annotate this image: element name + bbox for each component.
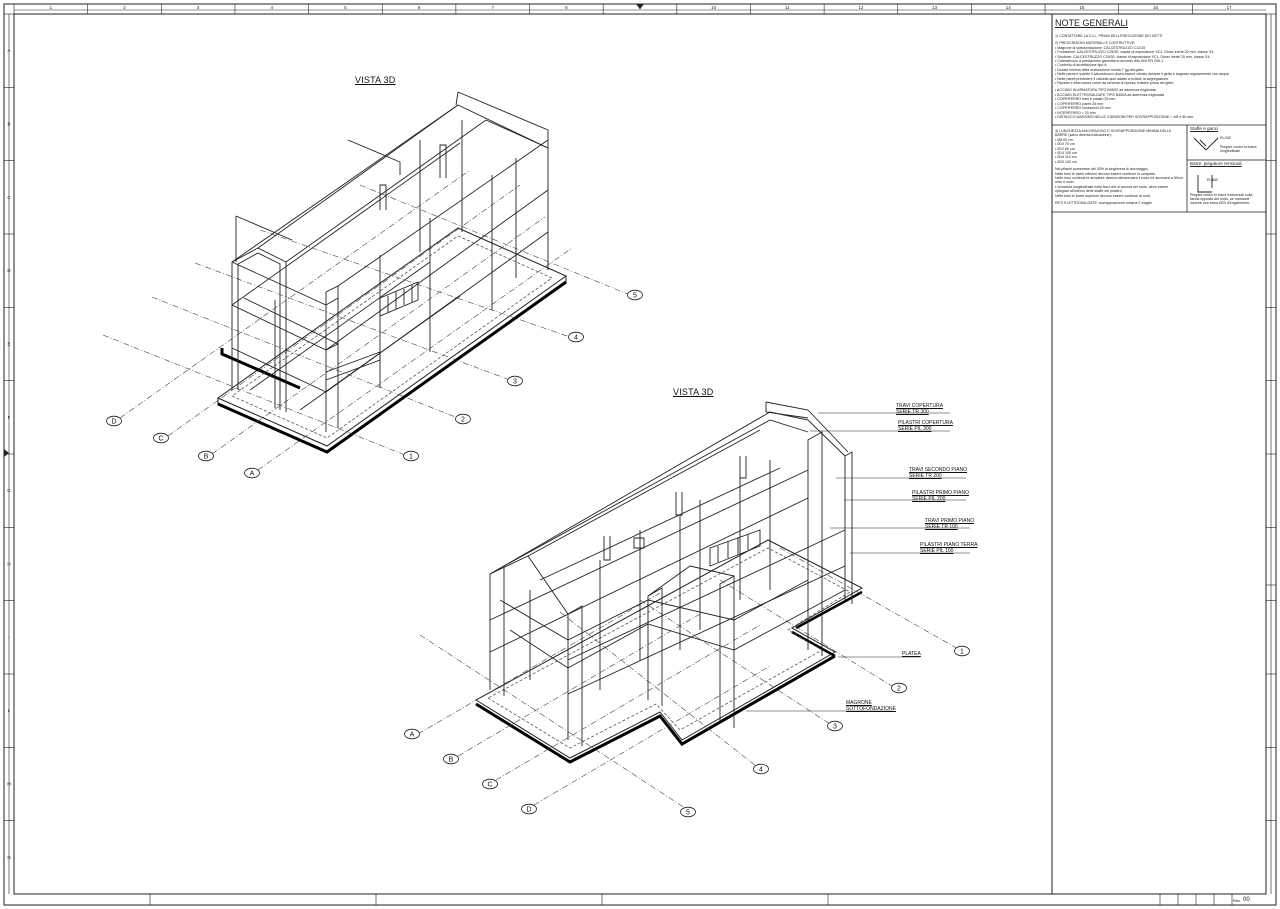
grid-col-10: 10 <box>711 5 717 10</box>
stirrup-box: Staffe e ganci R=2Ø Piegare contro la ba… <box>1190 126 1264 153</box>
grid-row-A: A <box>7 48 10 53</box>
isometric-view-1 <box>102 91 631 471</box>
view1-axis-number-3: 3 <box>507 375 523 387</box>
general-notes: NOTE GENERALI 1) CONTATTARE LA D.LL. PRI… <box>1055 18 1267 119</box>
view2-axis-number-3: 3 <box>827 720 843 732</box>
view-1-title: VISTA 3D <box>355 75 396 85</box>
view2-axis-letter-A: A <box>404 728 420 740</box>
grid-row-H: H <box>7 562 10 567</box>
grid-col-1: 1 <box>50 5 53 10</box>
view-2-title: VISTA 3D <box>673 387 714 397</box>
bend-box: Barre: piegature terminali R=6Ø Piegare … <box>1190 161 1264 205</box>
svg-text:A: A <box>410 731 415 738</box>
grid-col-16: 16 <box>1153 5 1159 10</box>
grid-row-L: L <box>8 708 11 713</box>
legend-travi-copertura: TRAVI COPERTURA SERIE TR 300 <box>896 403 944 415</box>
view1-axis-number-1: 1 <box>403 450 419 462</box>
svg-text:4: 4 <box>574 334 578 341</box>
grid-col-8: 8 <box>565 5 568 10</box>
grid-row-D: D <box>7 268 11 273</box>
grid-col-5: 5 <box>344 5 347 10</box>
drawing-sheet: 1234567891011121314151617 ABCDEFGHILMN <box>0 0 1280 909</box>
grid-col-14: 14 <box>1006 5 1012 10</box>
svg-text:5: 5 <box>633 292 637 299</box>
center-mark-left <box>4 449 9 457</box>
legend-travi-primo-piano: TRAVI PRIMO PIANO SERIE TR 100 <box>925 518 975 530</box>
lap-length-box: 3) LUNGHEZZA ANCORAGGIO E SOVRAPPOSIZION… <box>1055 129 1185 206</box>
grid-col-17: 17 <box>1227 5 1233 10</box>
view1-axis-letter-D: D <box>106 415 122 427</box>
rev-value: 00 <box>1243 897 1250 903</box>
grid-col-11: 11 <box>785 5 790 10</box>
view1-axis-number-2: 2 <box>455 413 471 425</box>
rev-label: Rev. <box>1233 898 1241 903</box>
center-mark-top <box>636 4 644 9</box>
grid-row-B: B <box>7 122 10 127</box>
view2-axis-number-5: 5 <box>680 806 696 818</box>
bend-note-3: inserire una barra Ø20 d'irrigidimento <box>1190 201 1250 205</box>
stirrup-note-2: longitudinale <box>1220 149 1241 153</box>
svg-text:A: A <box>250 470 255 477</box>
svg-text:B: B <box>449 756 454 763</box>
grid-col-2: 2 <box>123 5 126 10</box>
stirrup-title: Staffe e ganci <box>1190 126 1219 131</box>
view2-axis-letter-C: C <box>482 778 498 790</box>
legend-pilastri-piano-terra: PILASTRI PIANO TERRA SERIE PIL 100 <box>920 542 978 554</box>
notes-title: NOTE GENERALI <box>1055 18 1129 28</box>
svg-text:1: 1 <box>960 648 964 655</box>
view2-axis-number-1: 1 <box>954 645 970 657</box>
stirrup-sketch <box>1193 137 1219 151</box>
grid-row-F: F <box>8 415 11 420</box>
view1-axis-letter-B: B <box>198 450 214 462</box>
svg-text:D: D <box>526 806 531 813</box>
grid-col-13: 13 <box>932 5 938 10</box>
svg-text:5: 5 <box>686 809 690 816</box>
bend-radius: R=6Ø <box>1207 177 1218 182</box>
legend-pilastri-primo-piano: PILASTRI PRIMO PIANO SERIE PIL 200 <box>912 490 969 502</box>
view2-axis-number-2: 2 <box>891 682 907 694</box>
isometric-view-2 <box>417 401 970 809</box>
view1-axis-number-4: 4 <box>568 331 584 343</box>
lap-line: RETI ELETTROSALDATE: sovrapposizione min… <box>1055 201 1152 206</box>
legend-pilastri-copertura: PILASTRI COPERTURA SERIE PIL 300 <box>898 420 953 432</box>
lap-lines: 3) LUNGHEZZA ANCORAGGIO E SOVRAPPOSIZION… <box>1055 129 1185 206</box>
notes-line: • DISTACCO MASSIMO NELLE GIUNZIONI PER S… <box>1055 114 1194 119</box>
grid-col-3: 3 <box>197 5 200 10</box>
grid-row-M: M <box>7 782 11 787</box>
view1-axis-letter-C: C <box>153 432 169 444</box>
grid-col-12: 12 <box>858 5 864 10</box>
view1-axis-letter-A: A <box>244 467 260 479</box>
legend-platea: PLATEA <box>902 651 921 657</box>
svg-text:1: 1 <box>409 453 413 460</box>
bend-title: Barre: piegature terminali <box>1190 161 1242 166</box>
grid-row-I: I <box>8 635 9 640</box>
svg-text:4: 4 <box>759 766 763 773</box>
stirrup-radius: R=2Ø <box>1220 135 1231 140</box>
grid-col-6: 6 <box>418 5 421 10</box>
svg-text:3: 3 <box>513 378 517 385</box>
legend-magrone: MAGRONE SOTTOFONDAZIONE <box>846 700 896 712</box>
svg-text:B: B <box>204 453 209 460</box>
svg-text:C: C <box>158 435 163 442</box>
grid-row-G: G <box>7 488 11 493</box>
grid-col-15: 15 <box>1079 5 1085 10</box>
view1-axis-number-5: 5 <box>627 289 643 301</box>
view2-axis-number-4: 4 <box>753 763 769 775</box>
svg-text:C: C <box>487 781 492 788</box>
svg-text:2: 2 <box>461 416 465 423</box>
svg-text:3: 3 <box>833 723 837 730</box>
grid-row-C: C <box>7 195 11 200</box>
notes-lines: 1) CONTATTARE LA D.LL. PRIMA DELL'ESECUZ… <box>1055 34 1267 119</box>
grid-col-4: 4 <box>271 5 274 10</box>
view2-axis-letter-D: D <box>521 803 537 815</box>
svg-text:2: 2 <box>897 685 901 692</box>
svg-text:D: D <box>111 418 116 425</box>
view2-axis-letter-B: B <box>443 753 459 765</box>
grid-col-7: 7 <box>491 5 494 10</box>
grid-row-E: E <box>7 342 10 347</box>
legend-travi-secondo-piano: TRAVI SECONDO PIANO SERIE TR 200 <box>909 467 967 479</box>
grid-row-N: N <box>7 855 10 860</box>
